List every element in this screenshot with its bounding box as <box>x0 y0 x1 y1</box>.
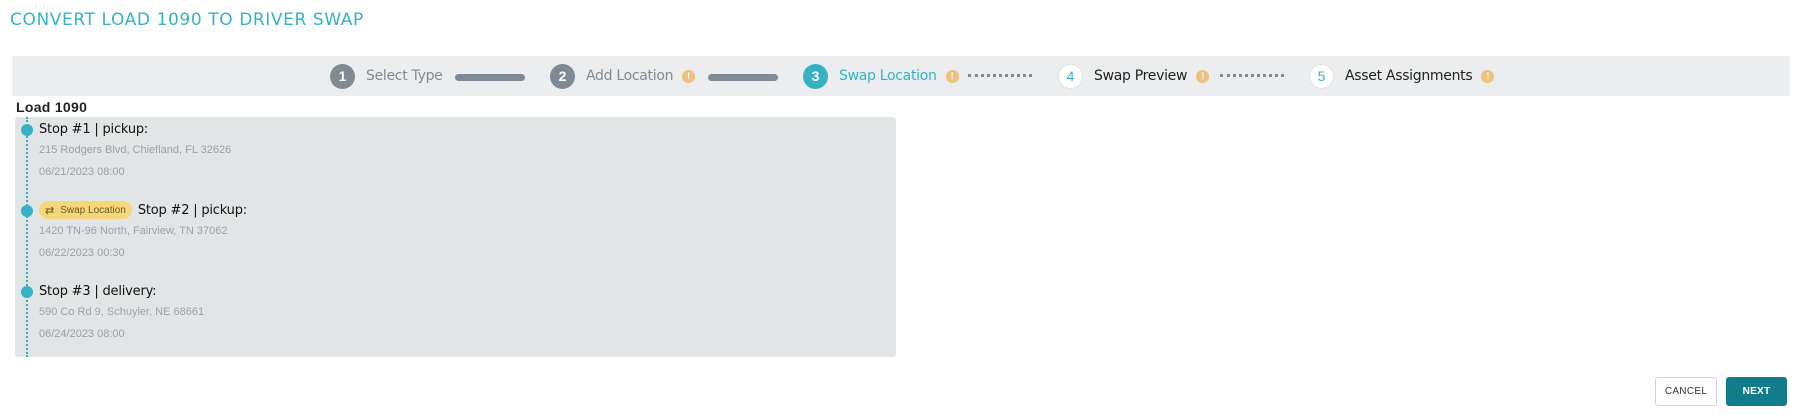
stop-datetime: 06/21/2023 08:00 <box>39 166 125 178</box>
stop-marker-icon <box>21 205 33 217</box>
stop-title: Stop #2 | pickup: <box>137 202 247 218</box>
swap-icon: ⇄ <box>45 204 55 217</box>
swap-badge-label: Swap Location <box>60 204 126 216</box>
stop-datetime: 06/22/2023 00:30 <box>39 247 125 259</box>
stop-marker-icon <box>21 124 33 136</box>
stop-address: 590 Co Rd 9, Schuyler, NE 68661 <box>39 306 205 318</box>
step-connector <box>455 74 525 81</box>
step-number: 2 <box>550 63 575 89</box>
step-number: 4 <box>1058 63 1083 89</box>
step-connector <box>968 74 1032 77</box>
step-asset-assignments[interactable]: 5 Asset Assignments ! <box>1309 63 1495 89</box>
next-button[interactable]: NEXT <box>1726 377 1787 406</box>
step-label: Add Location <box>586 68 674 84</box>
cancel-button[interactable]: CANCEL <box>1655 377 1717 406</box>
step-number: 3 <box>803 63 828 89</box>
step-connector <box>1220 74 1284 77</box>
page-title: CONVERT LOAD 1090 TO DRIVER SWAP <box>10 10 364 30</box>
info-icon[interactable]: ! <box>1481 69 1495 83</box>
step-label: Asset Assignments <box>1345 68 1473 84</box>
stop-title: Stop #1 | pickup: <box>39 121 149 137</box>
stepper: 1 Select Type 2 Add Location ! 3 Swap Lo… <box>12 56 1790 96</box>
info-icon[interactable]: ! <box>1196 69 1210 83</box>
stop-header: Stop #1 | pickup: <box>39 119 148 139</box>
step-label: Swap Location <box>839 68 937 84</box>
step-number: 1 <box>330 63 355 89</box>
step-add-location[interactable]: 2 Add Location ! <box>550 63 696 89</box>
stop-header: Stop #3 | delivery: <box>39 281 157 301</box>
info-icon[interactable]: ! <box>945 69 959 83</box>
step-swap-location[interactable]: 3 Swap Location ! <box>803 63 959 89</box>
info-icon[interactable]: ! <box>682 69 696 83</box>
swap-location-badge: ⇄ Swap Location <box>39 201 132 219</box>
stop-address: 1420 TN-96 North, Fairview, TN 37062 <box>39 225 228 237</box>
step-swap-preview[interactable]: 4 Swap Preview ! <box>1058 63 1210 89</box>
timeline-line <box>26 117 28 357</box>
step-connector <box>708 74 778 81</box>
stop-title: Stop #3 | delivery: <box>39 283 157 299</box>
step-label: Select Type <box>366 68 443 84</box>
stop-marker-icon <box>21 286 33 298</box>
step-label: Swap Preview <box>1094 68 1188 84</box>
step-select-type[interactable]: 1 Select Type <box>330 63 443 89</box>
step-number: 5 <box>1309 63 1334 89</box>
stop-datetime: 06/24/2023 08:00 <box>39 328 125 340</box>
load-title: Load 1090 <box>16 99 88 115</box>
stops-panel: Stop #1 | pickup: 215 Rodgers Blvd, Chie… <box>15 117 896 357</box>
stop-header: ⇄ Swap Location Stop #2 | pickup: <box>39 200 247 220</box>
stop-address: 215 Rodgers Blvd, Chiefland, FL 32626 <box>39 144 232 156</box>
